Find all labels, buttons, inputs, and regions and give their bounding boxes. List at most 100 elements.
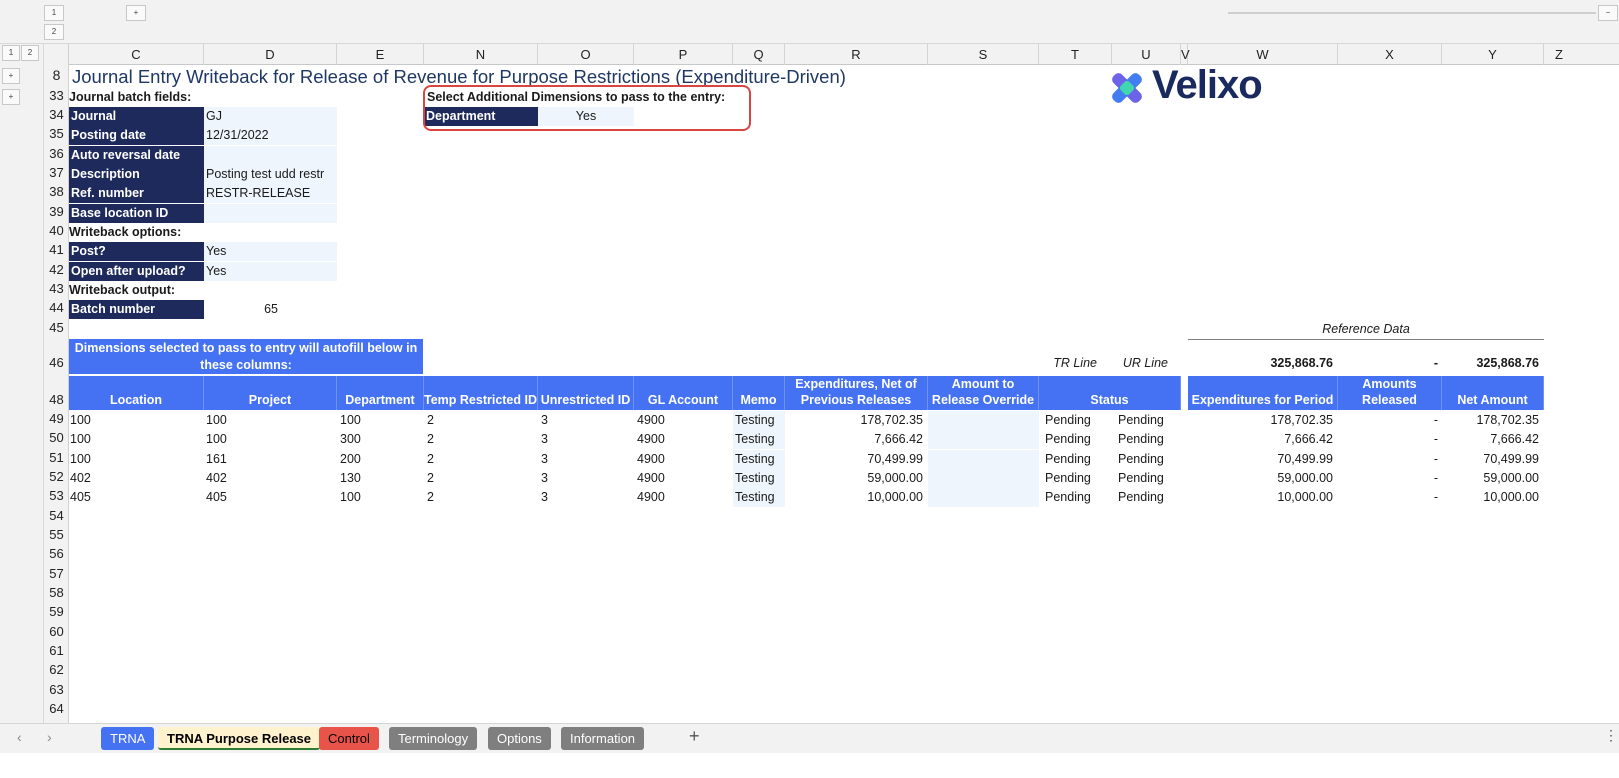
row-number-45[interactable]: 45 <box>44 320 69 335</box>
row-number-37[interactable]: 37 <box>44 165 69 180</box>
column-header-r[interactable]: R <box>785 44 928 65</box>
add-sheet-button[interactable]: + <box>689 726 700 747</box>
journal-input[interactable]: GJ <box>204 107 337 126</box>
tab-terminology[interactable]: Terminology <box>389 727 478 750</box>
row-number-51[interactable]: 51 <box>44 450 69 465</box>
cell-unrestricted[interactable]: 3 <box>541 488 548 507</box>
cell-ur-status[interactable]: Pending <box>1118 450 1164 469</box>
auto-reversal-date-input[interactable] <box>204 146 337 165</box>
tab-trna[interactable]: TRNA <box>101 727 155 750</box>
tab-scroll-left-button[interactable]: ‹ <box>17 729 22 745</box>
cell-expenditures-period[interactable]: 59,000.00 <box>1188 469 1333 488</box>
row-number-43[interactable]: 43 <box>44 281 69 296</box>
cell-temp-restricted[interactable]: 2 <box>427 469 434 488</box>
cell-amounts-released[interactable]: - <box>1338 488 1438 507</box>
row-number-49[interactable]: 49 <box>44 411 69 426</box>
row-number-52[interactable]: 52 <box>44 469 69 484</box>
row-number-33[interactable]: 33 <box>44 88 69 103</box>
column-header-x[interactable]: X <box>1338 44 1442 65</box>
cell-ur-status[interactable]: Pending <box>1118 430 1164 449</box>
header-department[interactable]: Department <box>337 376 424 410</box>
column-header-s[interactable]: S <box>928 44 1039 65</box>
cell-project[interactable]: 100 <box>206 411 227 430</box>
cell-gl-account[interactable]: 4900 <box>637 411 665 430</box>
cell-release-override[interactable] <box>928 430 1039 449</box>
cell-department[interactable]: 200 <box>340 450 361 469</box>
cell-expenditures-net[interactable]: 7,666.42 <box>785 430 923 449</box>
collapse-group-button[interactable]: − <box>1598 5 1618 21</box>
cell-tr-status[interactable]: Pending <box>1045 411 1091 430</box>
column-header-t[interactable]: T <box>1039 44 1112 65</box>
row-number-60[interactable]: 60 <box>44 624 69 639</box>
header-temp-restricted-id[interactable]: Temp Restricted ID <box>424 376 538 410</box>
column-header-n[interactable]: N <box>424 44 538 65</box>
row-number-42[interactable]: 42 <box>44 262 69 277</box>
cell-net-amount[interactable]: 70,499.99 <box>1442 450 1539 469</box>
cell-amounts-released[interactable]: - <box>1338 450 1438 469</box>
more-options-icon[interactable]: ⋮ <box>1604 727 1618 744</box>
row-level-2-button[interactable]: 2 <box>21 45 39 61</box>
row-number-41[interactable]: 41 <box>44 242 69 257</box>
cell-release-override[interactable] <box>928 411 1039 430</box>
header-amounts-released[interactable]: Amounts Released <box>1338 376 1442 410</box>
expand-rows-button-2[interactable]: + <box>2 89 20 105</box>
cell-temp-restricted[interactable]: 2 <box>427 450 434 469</box>
cell-department[interactable]: 100 <box>340 488 361 507</box>
column-header-u[interactable]: U <box>1112 44 1181 65</box>
cell-gl-account[interactable]: 4900 <box>637 469 665 488</box>
row-number-39[interactable]: 39 <box>44 204 69 219</box>
post-input[interactable]: Yes <box>204 242 337 261</box>
row-number-62[interactable]: 62 <box>44 662 69 677</box>
column-header-w[interactable]: W <box>1188 44 1338 65</box>
header-unrestricted-id[interactable]: Unrestricted ID <box>538 376 634 410</box>
cell-expenditures-period[interactable]: 70,499.99 <box>1188 450 1333 469</box>
cell-gl-account[interactable]: 4900 <box>637 430 665 449</box>
base-location-id-input[interactable] <box>204 204 337 223</box>
posting-date-input[interactable]: 12/31/2022 <box>204 126 337 145</box>
row-number-63[interactable]: 63 <box>44 682 69 697</box>
tab-information[interactable]: Information <box>561 727 645 750</box>
row-number-58[interactable]: 58 <box>44 585 69 600</box>
row-number-34[interactable]: 34 <box>44 107 69 122</box>
cell-net-amount[interactable]: 59,000.00 <box>1442 469 1539 488</box>
row-number-53[interactable]: 53 <box>44 488 69 503</box>
description-input[interactable]: Posting test udd restr <box>204 165 337 184</box>
tab-options[interactable]: Options <box>488 727 551 750</box>
cell-tr-status[interactable]: Pending <box>1045 450 1091 469</box>
expand-group-button[interactable]: + <box>126 5 146 21</box>
cell-amounts-released[interactable]: - <box>1338 411 1438 430</box>
header-project[interactable]: Project <box>204 376 337 410</box>
cell-department[interactable]: 100 <box>340 411 361 430</box>
cell-net-amount[interactable]: 10,000.00 <box>1442 488 1539 507</box>
column-header-v[interactable]: V <box>1181 44 1190 65</box>
cell-unrestricted[interactable]: 3 <box>541 450 548 469</box>
cell-ur-status[interactable]: Pending <box>1118 488 1164 507</box>
cell-unrestricted[interactable]: 3 <box>541 469 548 488</box>
ref-number-input[interactable]: RESTR-RELEASE <box>204 184 337 203</box>
cell-temp-restricted[interactable]: 2 <box>427 430 434 449</box>
cell-net-amount[interactable]: 178,702.35 <box>1442 411 1539 430</box>
cell-location[interactable]: 100 <box>70 411 91 430</box>
cell-project[interactable]: 161 <box>206 450 227 469</box>
cell-ur-status[interactable]: Pending <box>1118 411 1164 430</box>
outline-level-1-button[interactable]: 1 <box>44 5 64 21</box>
row-number-35[interactable]: 35 <box>44 126 69 141</box>
column-header-y[interactable]: Y <box>1442 44 1544 65</box>
outline-level-2-button[interactable]: 2 <box>44 24 64 40</box>
column-header-e[interactable]: E <box>337 44 424 65</box>
batch-number-value[interactable]: 65 <box>204 300 278 319</box>
cell-project[interactable]: 402 <box>206 469 227 488</box>
cell-tr-status[interactable]: Pending <box>1045 430 1091 449</box>
header-gl-account[interactable]: GL Account <box>634 376 733 410</box>
cell-memo[interactable]: Testing <box>733 430 785 449</box>
cell-memo[interactable]: Testing <box>733 450 785 469</box>
cell-temp-restricted[interactable]: 2 <box>427 488 434 507</box>
row-number-61[interactable]: 61 <box>44 643 69 658</box>
cell-amounts-released[interactable]: - <box>1338 469 1438 488</box>
cell-unrestricted[interactable]: 3 <box>541 430 548 449</box>
row-number-8[interactable]: 8 <box>44 65 69 86</box>
cell-net-amount[interactable]: 7,666.42 <box>1442 430 1539 449</box>
row-number-36[interactable]: 36 <box>44 146 69 161</box>
column-header-o[interactable]: O <box>538 44 634 65</box>
tab-scroll-right-button[interactable]: › <box>47 729 52 745</box>
